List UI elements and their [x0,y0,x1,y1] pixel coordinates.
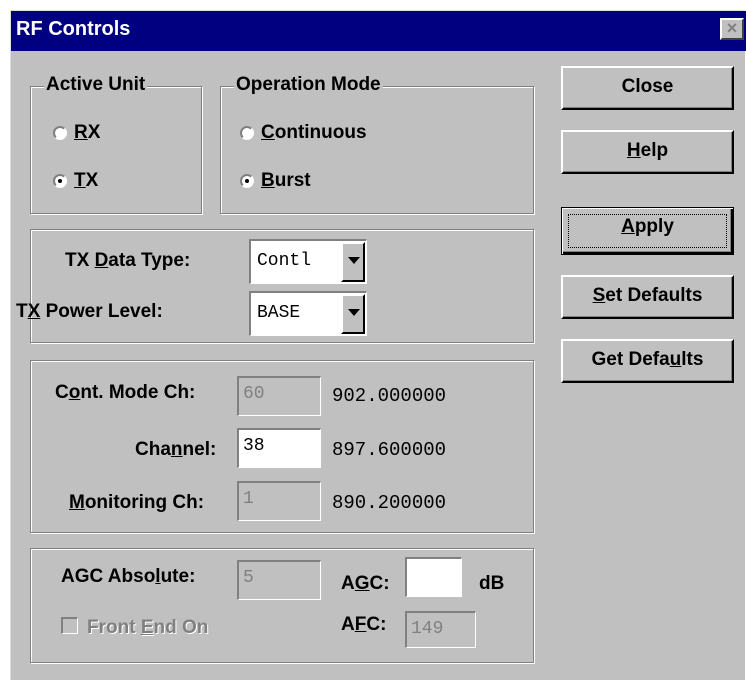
tx-radio[interactable] [53,174,67,188]
rf-controls-dialog: RF Controls × Active Unit RX TX Operatio… [10,10,746,680]
cont-mode-ch-field[interactable]: 60 [237,376,321,416]
get-defaults-button[interactable]: Get Defaults [561,339,734,383]
focus-rectangle [568,214,727,248]
afc-field[interactable]: 149 [405,611,476,648]
agc-label: AGC: [341,573,390,594]
agc-field[interactable] [405,557,462,597]
tx-label[interactable]: TX [74,170,98,192]
agc-absolute-label: AGC Absolute: [61,566,196,587]
rx-radio[interactable] [53,126,67,140]
tx-data-type-select[interactable]: Contl [249,239,367,284]
close-icon[interactable]: × [720,18,744,40]
channel-field[interactable]: 38 [237,428,321,468]
channel-frequency: 897.600000 [332,439,447,461]
channel-label: Channel: [135,439,217,460]
operation-mode-legend: Operation Mode [234,74,383,96]
tx-power-level-label: TX Power Level: [16,301,163,322]
continuous-radio[interactable] [240,126,254,140]
close-button[interactable]: Close [561,66,734,110]
chevron-down-icon[interactable] [341,294,365,334]
operation-mode-group [220,86,534,214]
agc-unit: dB [479,573,505,594]
monitoring-ch-field[interactable]: 1 [237,481,321,521]
cont-mode-frequency: 902.000000 [332,385,447,407]
continuous-label[interactable]: Continuous [261,122,367,144]
tx-data-type-label: TX Data Type: [65,250,191,271]
rx-label[interactable]: RX [74,122,100,144]
monitoring-ch-label: Monitoring Ch: [69,492,205,513]
monitoring-frequency: 890.200000 [332,492,447,514]
front-end-checkbox[interactable] [61,617,78,634]
window-title: RF Controls [16,18,131,40]
afc-label: AFC: [341,614,387,635]
active-unit-legend: Active Unit [44,74,148,96]
tx-power-level-select[interactable]: BASE [249,291,367,336]
burst-radio[interactable] [240,174,254,188]
front-end-label[interactable]: Front End On [87,617,208,639]
title-bar[interactable]: RF Controls × [11,11,746,51]
burst-label[interactable]: Burst [261,170,311,192]
chevron-down-icon[interactable] [341,242,365,282]
apply-button[interactable]: Apply [561,207,734,255]
help-button[interactable]: Help [561,130,734,174]
set-defaults-button[interactable]: Set Defaults [561,275,734,319]
cont-mode-ch-label: Cont. Mode Ch: [55,382,196,403]
active-unit-group [30,86,202,214]
agc-absolute-field[interactable]: 5 [237,560,321,600]
